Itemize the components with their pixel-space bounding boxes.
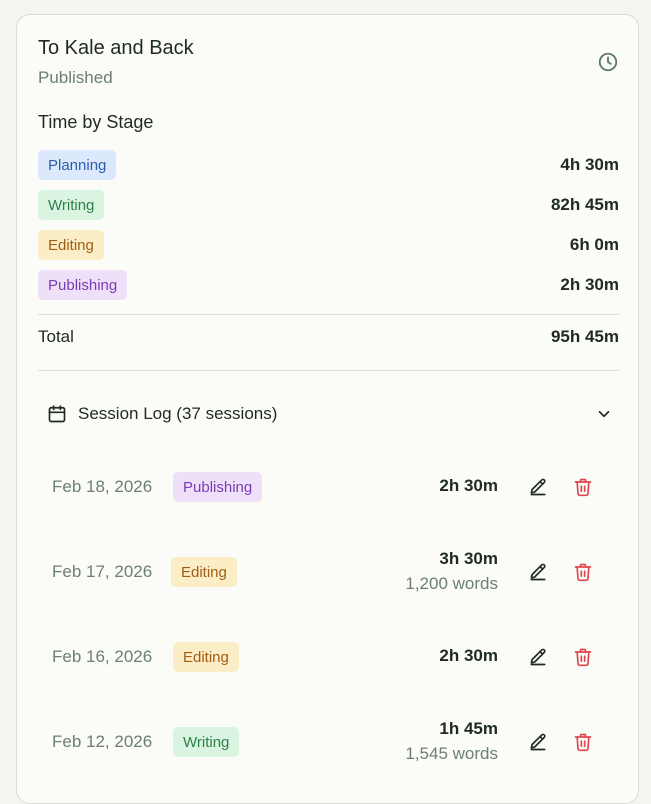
session-row: Feb 16, 2026 Editing 2h 30m — [52, 632, 604, 682]
session-stage-badge: Editing — [171, 557, 237, 587]
pencil-icon[interactable] — [528, 732, 548, 752]
session-row: Feb 12, 2026 Writing 1h 45m 1,545 words — [52, 717, 604, 767]
stage-badge-writing: Writing — [38, 190, 105, 220]
stage-time-planning: 4h 30m — [560, 155, 619, 174]
session-date: Feb 17, 2026 — [52, 562, 153, 581]
session-duration: 2h 30m — [439, 646, 498, 665]
calendar-icon — [48, 405, 66, 423]
stage-badge-planning: Planning — [38, 150, 117, 180]
session-stage-badge: Publishing — [173, 472, 263, 502]
stage-row-publishing: Publishing 2h 30m — [38, 270, 619, 300]
session-stage-badge: Writing — [173, 727, 240, 757]
total-value: 95h 45m — [550, 327, 619, 346]
session-words: 1,200 words — [405, 574, 498, 593]
stage-row-planning: Planning 4h 30m — [38, 150, 619, 180]
stage-badge-editing: Editing — [38, 230, 104, 260]
session-words: 1,545 words — [405, 744, 498, 763]
project-card: To Kale and Back Published Time by Stage… — [16, 14, 639, 804]
session-date: Feb 16, 2026 — [52, 647, 153, 666]
stage-badge-publishing: Publishing — [38, 270, 128, 300]
session-log-toggle[interactable]: Session Log (37 sessions) — [47, 399, 613, 429]
total-row: Total 95h 45m — [38, 327, 619, 347]
chevron-down-icon[interactable] — [595, 405, 613, 423]
session-row: Feb 18, 2026 Publishing 2h 30m — [52, 462, 604, 512]
session-row: Feb 17, 2026 Editing 3h 30m 1,200 words — [52, 547, 604, 597]
session-date: Feb 12, 2026 — [52, 732, 153, 751]
divider — [38, 370, 619, 371]
pencil-icon[interactable] — [528, 647, 548, 667]
session-stage-badge: Editing — [173, 642, 239, 672]
project-title: To Kale and Back — [38, 37, 194, 59]
stage-time-publishing: 2h 30m — [560, 275, 619, 294]
stage-time-editing: 6h 0m — [569, 235, 619, 254]
pencil-icon[interactable] — [528, 562, 548, 582]
divider — [38, 314, 619, 315]
trash-icon[interactable] — [573, 647, 593, 667]
session-date: Feb 18, 2026 — [52, 477, 153, 496]
trash-icon[interactable] — [573, 477, 593, 497]
trash-icon[interactable] — [573, 732, 593, 752]
time-by-stage-heading: Time by Stage — [38, 112, 154, 132]
trash-icon[interactable] — [573, 562, 593, 582]
session-duration: 1h 45m — [439, 719, 498, 738]
clock-icon[interactable] — [597, 51, 619, 73]
stage-row-writing: Writing 82h 45m — [38, 190, 619, 220]
session-duration: 3h 30m — [439, 549, 498, 568]
session-duration: 2h 30m — [439, 476, 498, 495]
stage-time-writing: 82h 45m — [550, 195, 619, 214]
session-log-title: Session Log (37 sessions) — [78, 404, 278, 423]
total-label: Total — [38, 327, 74, 346]
pencil-icon[interactable] — [528, 477, 548, 497]
stage-row-editing: Editing 6h 0m — [38, 230, 619, 260]
project-status: Published — [38, 68, 113, 87]
